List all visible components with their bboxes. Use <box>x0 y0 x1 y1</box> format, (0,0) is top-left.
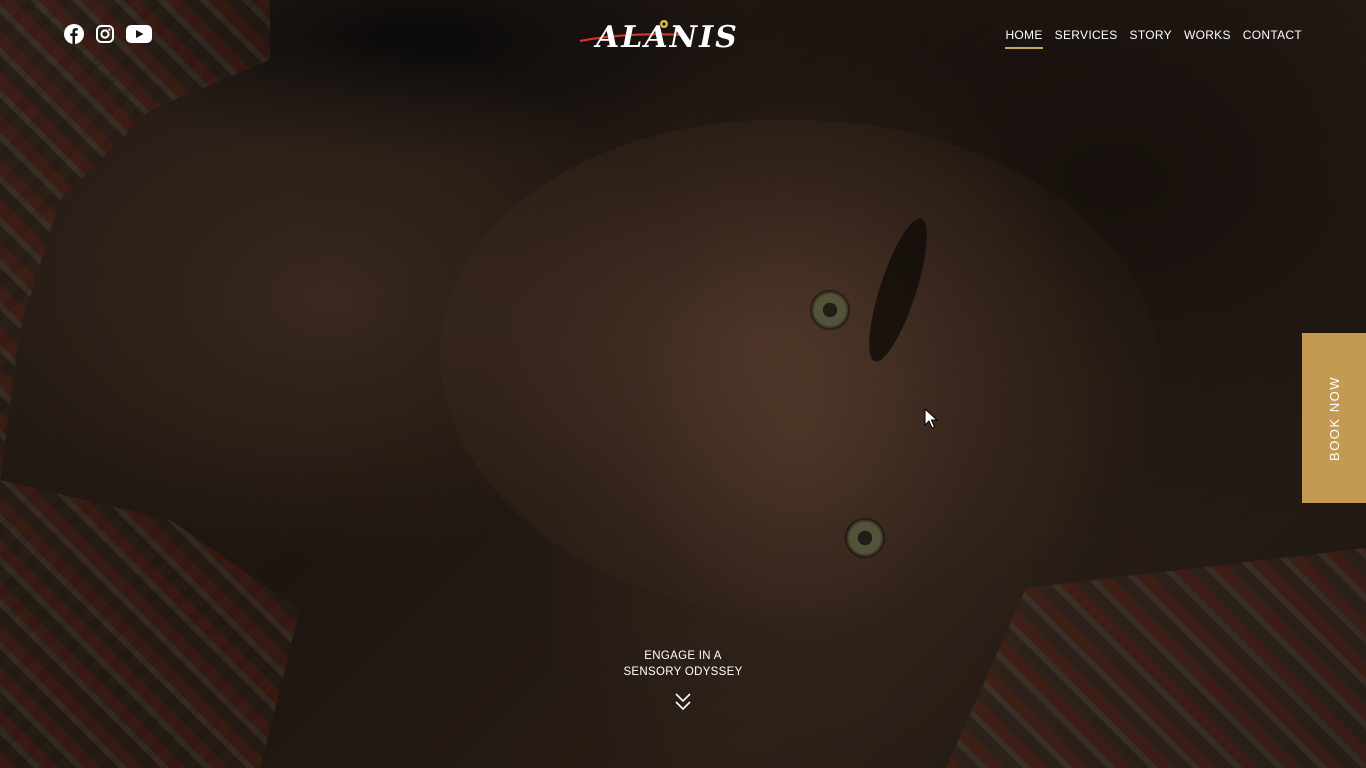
facebook-link[interactable] <box>64 24 84 44</box>
double-chevron-down-icon <box>675 693 691 711</box>
nav-services[interactable]: SERVICES <box>1055 28 1118 49</box>
tagline-line-2: SENSORY ODYSSEY <box>623 666 743 678</box>
book-now-button[interactable]: BOOK NOW <box>1302 333 1366 503</box>
tagline-line-1: ENGAGE IN A <box>644 650 722 662</box>
book-now-label: BOOK NOW <box>1326 375 1342 461</box>
youtube-link[interactable] <box>126 25 152 43</box>
nav-works[interactable]: WORKS <box>1184 28 1231 49</box>
social-links <box>64 24 152 44</box>
instagram-link[interactable] <box>96 25 114 43</box>
mouse-cursor-icon <box>924 408 938 429</box>
instagram-icon <box>96 25 114 43</box>
nav-home[interactable]: HOME <box>1005 28 1043 49</box>
facebook-icon <box>64 24 84 44</box>
logo-graphic: ALANIS <box>579 20 737 55</box>
brand-logo[interactable]: ALANIS <box>578 14 790 55</box>
nav-contact[interactable]: CONTACT <box>1243 28 1302 49</box>
nav-story[interactable]: STORY <box>1130 28 1172 49</box>
scroll-down-button[interactable] <box>674 692 692 712</box>
youtube-icon <box>126 25 152 43</box>
main-nav: HOME SERVICES STORY WORKS CONTACT <box>1005 28 1302 49</box>
hero-tagline: ENGAGE IN A SENSORY ODYSSEY <box>583 648 783 680</box>
